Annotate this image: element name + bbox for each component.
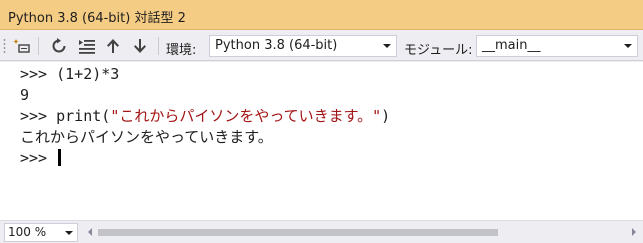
console-line: >>> print("これからパイソンをやっていきます。") — [20, 106, 643, 127]
window-title: Python 3.8 (64-bit) 対話型 2 — [8, 11, 186, 26]
title-bar: Python 3.8 (64-bit) 対話型 2 — [0, 0, 643, 30]
module-value: __main__ — [482, 38, 541, 53]
environment-label: 環境: — [166, 43, 197, 58]
console-input: ) — [381, 107, 391, 125]
prompt: >>> — [20, 65, 48, 83]
list-icon — [79, 40, 95, 54]
reset-icon — [13, 39, 30, 53]
zoom-select[interactable]: 100 % — [4, 223, 78, 242]
list-button[interactable] — [76, 36, 98, 56]
console-output: これからパイソンをやっていきます。 — [20, 128, 273, 146]
interactive-console[interactable]: >>> (1+2)*3 9 >>> print("これからパイソンをやっていきま… — [0, 62, 643, 220]
console-line: >>> — [20, 148, 643, 169]
prompt: >>> — [20, 149, 48, 167]
environment-select[interactable]: Python 3.8 (64-bit) — [209, 35, 397, 57]
toolbar-separator — [38, 37, 39, 55]
restart-button[interactable] — [48, 36, 70, 56]
console-line: 9 — [20, 85, 643, 106]
console-input: (1+2)*3 — [47, 65, 120, 83]
toolbar-separator — [158, 37, 159, 55]
console-line: >>> (1+2)*3 — [20, 64, 643, 85]
scroll-right-icon[interactable] — [632, 228, 636, 236]
module-select[interactable]: __main__ — [476, 35, 638, 57]
arrow-up-icon — [107, 39, 119, 53]
status-bar: 100 % — [0, 220, 643, 243]
chevron-down-icon — [65, 231, 73, 235]
toolbar-grip[interactable] — [3, 38, 6, 55]
chevron-down-icon — [383, 44, 391, 48]
arrow-down-icon — [134, 39, 146, 53]
console-input: print( — [47, 107, 111, 125]
console-line: これからパイソンをやっていきます。 — [20, 127, 643, 148]
scroll-left-icon[interactable] — [88, 228, 92, 236]
horizontal-scrollbar[interactable] — [86, 225, 639, 240]
reset-button[interactable] — [11, 36, 33, 56]
text-caret — [58, 149, 62, 166]
scrollbar-thumb[interactable] — [98, 229, 498, 236]
console-input[interactable] — [47, 149, 56, 167]
zoom-value: 100 % — [8, 225, 47, 239]
history-down-button[interactable] — [129, 36, 151, 56]
restart-icon — [52, 38, 66, 53]
module-label: モジュール: — [404, 43, 473, 58]
toolbar: 環境: Python 3.8 (64-bit) モジュール: __main__ — [0, 31, 643, 61]
string-literal: "これからパイソンをやっていきます。" — [110, 107, 382, 125]
history-up-button[interactable] — [102, 36, 124, 56]
prompt: >>> — [20, 107, 48, 125]
environment-value: Python 3.8 (64-bit) — [215, 38, 338, 53]
chevron-down-icon — [624, 44, 632, 48]
console-output: 9 — [20, 86, 30, 104]
